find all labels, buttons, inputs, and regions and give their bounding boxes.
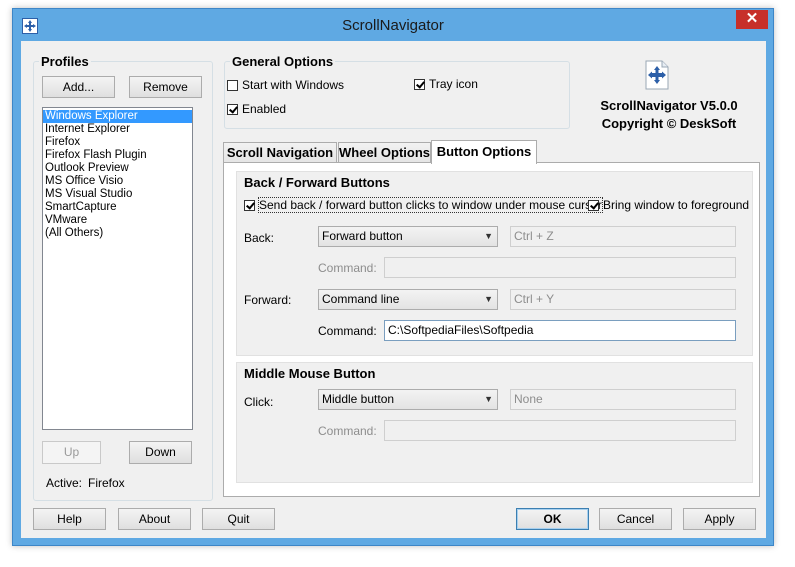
- copyright: Copyright © DeskSoft: [601, 116, 737, 131]
- chevron-down-icon: ▼: [484, 294, 493, 304]
- forward-label: Forward:: [244, 293, 292, 307]
- general-options-group: [224, 61, 570, 129]
- active-label: Active:: [46, 476, 83, 490]
- tab-button-options[interactable]: Button Options: [431, 140, 537, 164]
- general-options-title: General Options: [230, 54, 336, 69]
- back-command-label: Command:: [318, 261, 377, 275]
- checkbox-square: [227, 79, 238, 91]
- product-version: ScrollNavigator V5.0.0: [600, 98, 738, 113]
- forward-hotkey-field[interactable]: Ctrl + Y: [510, 289, 736, 310]
- apply-button[interactable]: Apply: [683, 508, 756, 530]
- tab-wheel-options[interactable]: Wheel Options: [338, 142, 431, 163]
- forward-command-label: Command:: [318, 324, 377, 338]
- list-item[interactable]: MS Office Visio: [43, 175, 192, 188]
- list-item[interactable]: Firefox Flash Plugin: [43, 149, 192, 162]
- checkbox-square: [227, 103, 238, 115]
- middle-hotkey-field[interactable]: None: [510, 389, 736, 410]
- button-options-panel: Back / Forward Buttons Send back / forwa…: [223, 162, 760, 497]
- move-down-button[interactable]: Down: [129, 441, 192, 464]
- remove-profile-button[interactable]: Remove: [129, 76, 202, 98]
- ok-button[interactable]: OK: [516, 508, 589, 530]
- checkbox-label: Tray icon: [429, 77, 478, 91]
- window-title: ScrollNavigator: [342, 17, 444, 34]
- chevron-down-icon: ▼: [484, 231, 493, 241]
- forward-action-select[interactable]: Command line ▼: [318, 289, 498, 310]
- chevron-down-icon: ▼: [484, 394, 493, 404]
- list-item[interactable]: MS Visual Studio: [43, 188, 192, 201]
- list-item[interactable]: Firefox: [43, 136, 192, 149]
- back-command-field[interactable]: [384, 257, 736, 278]
- list-item[interactable]: Internet Explorer: [43, 123, 192, 136]
- back-action-select[interactable]: Forward button ▼: [318, 226, 498, 247]
- product-logo-icon: [644, 60, 670, 90]
- back-label: Back:: [244, 231, 275, 245]
- quit-button[interactable]: Quit: [202, 508, 275, 530]
- tray-icon-checkbox[interactable]: Tray icon: [414, 77, 478, 91]
- about-button[interactable]: About: [118, 508, 191, 530]
- bring-foreground-checkbox[interactable]: Bring window to foreground: [588, 198, 749, 212]
- click-label: Click:: [244, 395, 274, 409]
- forward-command-field[interactable]: C:\SoftpediaFiles\Softpedia: [384, 320, 736, 341]
- checkbox-label: Bring window to foreground: [603, 198, 750, 212]
- add-profile-button[interactable]: Add...: [42, 76, 115, 98]
- list-item[interactable]: SmartCapture: [43, 201, 192, 214]
- list-item[interactable]: Windows Explorer: [43, 110, 192, 123]
- checkbox-label: Start with Windows: [242, 78, 345, 92]
- help-button[interactable]: Help: [33, 508, 106, 530]
- close-button[interactable]: ✕: [736, 10, 768, 29]
- middle-action-select[interactable]: Middle button ▼: [318, 389, 498, 410]
- list-item[interactable]: VMware: [43, 214, 192, 227]
- profiles-list[interactable]: Windows Explorer Internet Explorer Firefox…: [42, 107, 193, 430]
- checkbox-square: [414, 78, 425, 90]
- middle-command-field[interactable]: [384, 420, 736, 441]
- select-value: Command line: [322, 292, 400, 306]
- back-hotkey-field[interactable]: Ctrl + Z: [510, 226, 736, 247]
- checkbox-square: [244, 199, 255, 211]
- middle-button-title: Middle Mouse Button: [244, 366, 376, 381]
- list-item[interactable]: (All Others): [43, 227, 192, 240]
- tab-scroll-navigation[interactable]: Scroll Navigation: [223, 142, 337, 163]
- active-profile-value: Firefox: [88, 476, 125, 490]
- move-up-button[interactable]: Up: [42, 441, 101, 464]
- list-item[interactable]: Outlook Preview: [43, 162, 192, 175]
- select-value: Middle button: [322, 392, 395, 406]
- checkbox-label: Send back / forward button clicks to win…: [258, 197, 603, 213]
- client-area: Profiles Add... Remove Windows Explorer I…: [21, 41, 766, 538]
- profiles-title: Profiles: [39, 54, 91, 69]
- cancel-button[interactable]: Cancel: [599, 508, 672, 530]
- start-with-windows-checkbox[interactable]: Start with Windows: [227, 78, 344, 92]
- middle-command-label: Command:: [318, 424, 377, 438]
- send-clicks-checkbox[interactable]: Send back / forward button clicks to win…: [244, 197, 603, 213]
- main-window: ScrollNavigator ✕ Profiles Add... Remove…: [12, 8, 774, 546]
- enabled-checkbox[interactable]: Enabled: [227, 102, 286, 116]
- back-forward-title: Back / Forward Buttons: [244, 175, 390, 190]
- title-bar[interactable]: ScrollNavigator ✕: [13, 9, 773, 41]
- checkbox-label: Enabled: [242, 102, 287, 116]
- select-value: Forward button: [322, 229, 403, 243]
- checkbox-square: [588, 199, 599, 211]
